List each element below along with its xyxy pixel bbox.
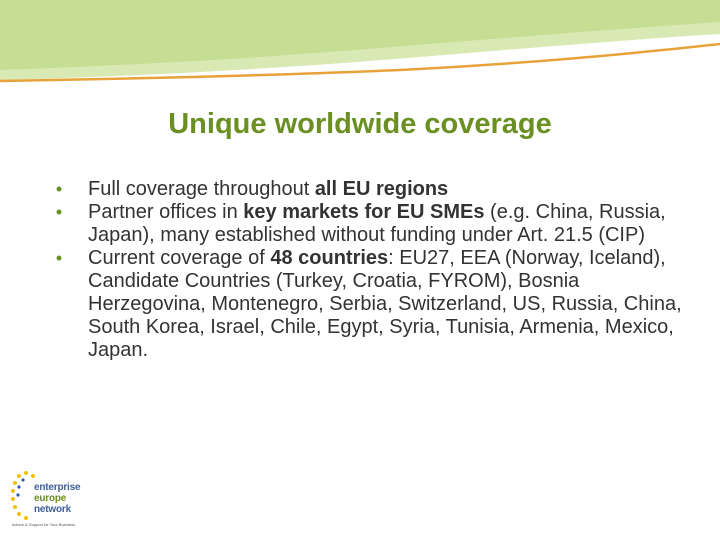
bullet-text-part: Full coverage throughout (88, 178, 315, 200)
bullet-dot-icon: • (55, 179, 63, 199)
bullet-text-bold: key markets for EU SMEs (243, 201, 485, 223)
bullet-dot-icon: • (55, 202, 63, 222)
bullet-text: Current coverage of 48 countries: EU27, … (88, 247, 690, 362)
bullet-text: Full coverage throughout all EU regions (88, 178, 690, 201)
bullet-item: • Full coverage throughout all EU region… (30, 178, 690, 201)
bullet-text-bold: 48 countries (270, 247, 389, 269)
bullet-text-part: Partner offices in (88, 201, 244, 223)
bullet-dot-icon: • (55, 248, 63, 268)
enterprise-europe-network-logo: enterprise europe network Advice & Suppo… (10, 470, 81, 532)
bullet-text-bold: all EU regions (314, 178, 449, 200)
logo-text-europe: europe (34, 493, 67, 504)
header-decoration (0, 0, 720, 92)
bullet-item: • Partner offices in key markets for EU … (30, 201, 690, 247)
logo-tagline: Advice & Support for Your Business (12, 522, 76, 527)
bullet-text-part: Current coverage of (88, 247, 271, 269)
logo-text-enterprise: enterprise (34, 482, 81, 493)
bullet-list: • Full coverage throughout all EU region… (30, 178, 690, 362)
page-title: Unique worldwide coverage (168, 108, 552, 140)
bullet-item: • Current coverage of 48 countries: EU27… (30, 247, 690, 362)
logo-text-network: network (34, 504, 71, 515)
bullet-text: Partner offices in key markets for EU SM… (88, 201, 690, 247)
